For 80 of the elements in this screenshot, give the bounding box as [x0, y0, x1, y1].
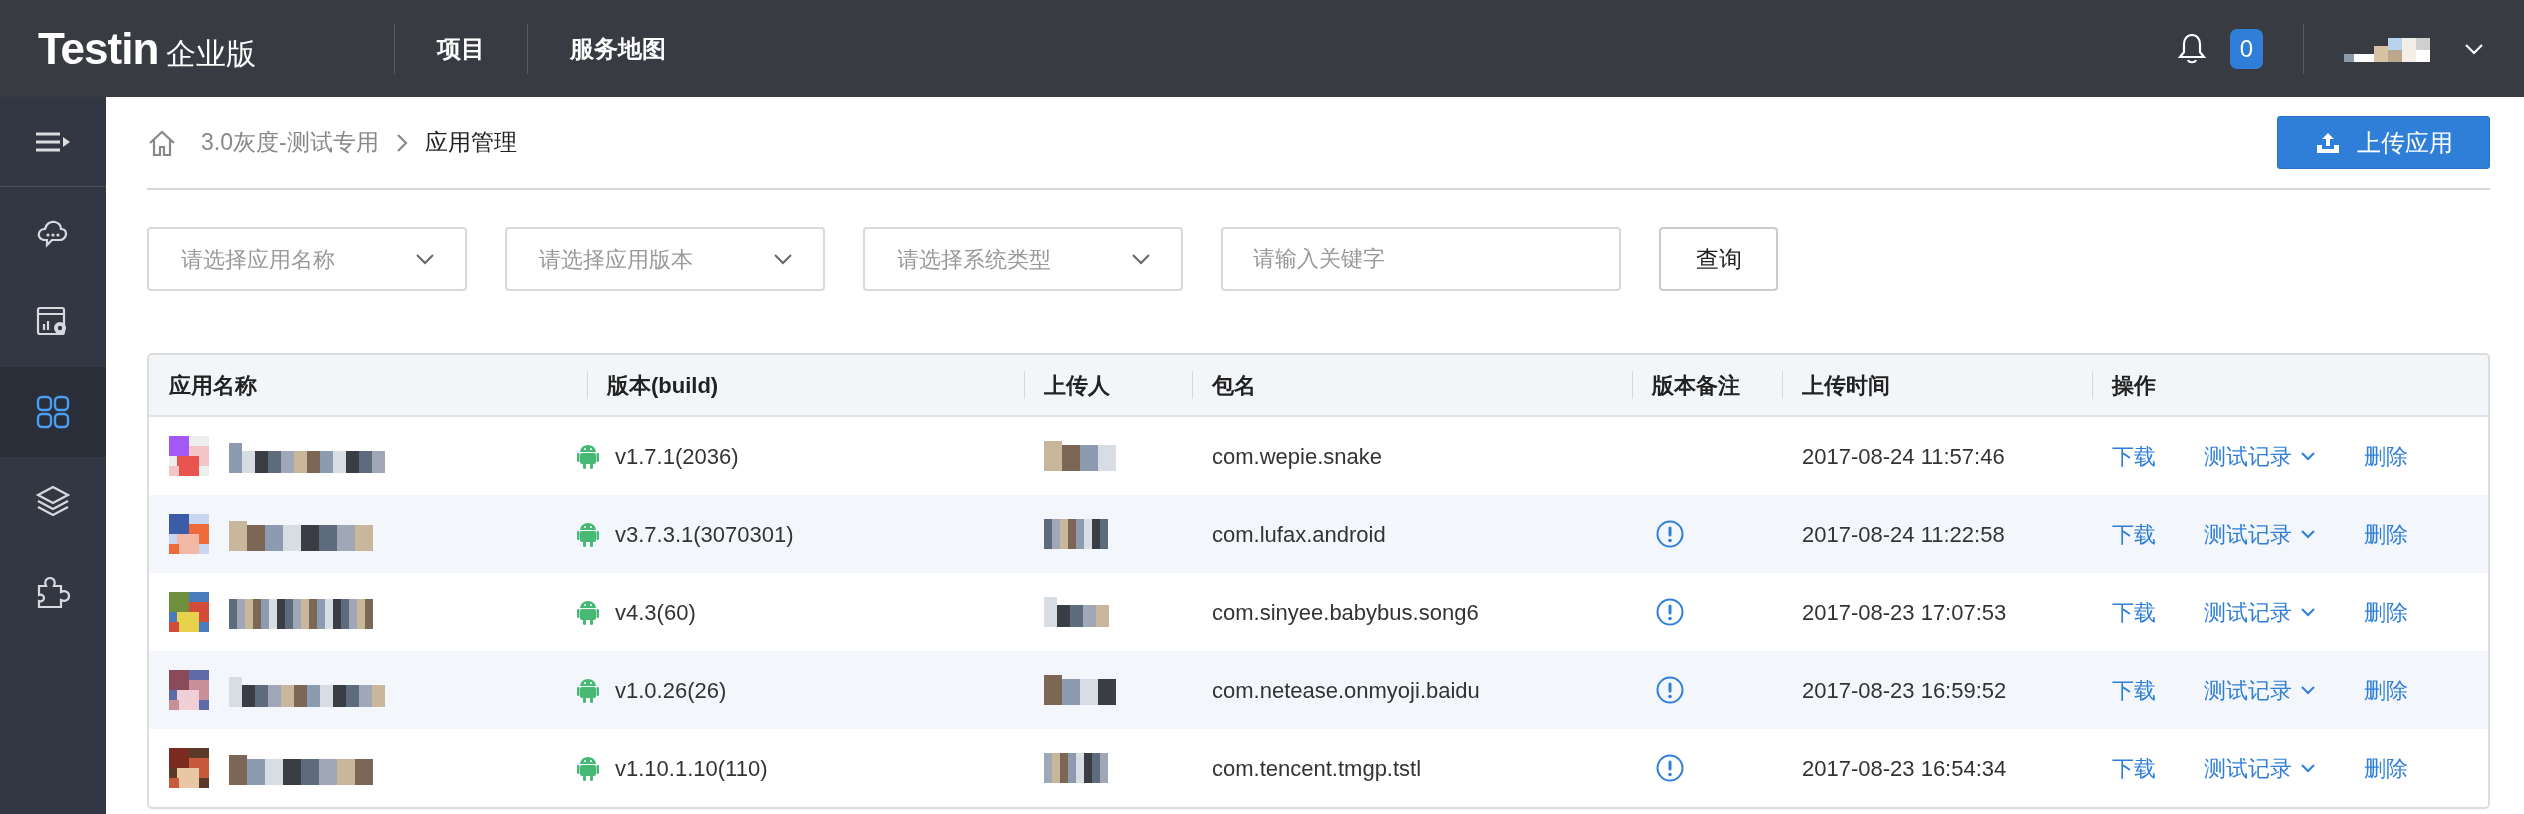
upload-time: 2017-08-24 11:57:46 [1802, 442, 2005, 471]
edition-label: 企业版 [166, 35, 257, 72]
column-header: 上传时间 [1802, 371, 1890, 400]
delete-link[interactable]: 删除 [2364, 673, 2408, 707]
plugin-icon[interactable] [35, 574, 71, 610]
search-field[interactable]: 请输入关键字 [1221, 227, 1621, 291]
download-link[interactable]: 下载 [2112, 439, 2156, 473]
column-header: 上传人 [1044, 371, 1110, 400]
menu-icon[interactable] [35, 130, 71, 153]
chevron-right-icon [394, 131, 409, 154]
chevron-down-icon [2300, 763, 2316, 773]
package-name: com.netease.onmyoji.baidu [1212, 676, 1480, 705]
home-icon[interactable] [147, 128, 177, 157]
download-link[interactable]: 下载 [2112, 595, 2156, 629]
upload-icon [2314, 130, 2341, 155]
apps-icon[interactable] [35, 394, 71, 430]
package-name: com.wepie.snake [1212, 442, 1382, 471]
info-icon[interactable] [1656, 754, 1684, 782]
breadcrumb-link[interactable]: 3.0灰度-测试专用 [201, 125, 379, 160]
logo[interactable]: Testin [38, 15, 159, 82]
test-record-link[interactable]: 测试记录 [2204, 439, 2316, 473]
column-header: 版本备注 [1652, 371, 1740, 400]
download-link[interactable]: 下载 [2112, 751, 2156, 785]
notification-bell-icon[interactable] [2177, 31, 2206, 66]
info-icon[interactable] [1656, 598, 1684, 626]
android-icon [577, 521, 599, 547]
package-name: com.tencent.tmgp.tstl [1212, 754, 1422, 783]
chevron-down-icon [1131, 253, 1151, 265]
version-text: v3.7.3.1(3070301) [615, 520, 794, 549]
column-header: 操作 [2112, 371, 2156, 400]
column-header: 应用名称 [169, 371, 257, 400]
nav-link[interactable]: 项目 [395, 30, 527, 67]
download-link[interactable]: 下载 [2112, 673, 2156, 707]
delete-link[interactable]: 删除 [2364, 595, 2408, 629]
package-name: com.lufax.android [1212, 520, 1386, 549]
package-name: com.sinyee.babybus.song6 [1212, 598, 1479, 627]
delete-link[interactable]: 删除 [2364, 439, 2408, 473]
info-icon[interactable] [1656, 676, 1684, 704]
test-record-link[interactable]: 测试记录 [2204, 751, 2316, 785]
column-header: 包名 [1212, 371, 1256, 400]
nav-link[interactable]: 服务地图 [528, 30, 708, 67]
delete-link[interactable]: 删除 [2364, 517, 2408, 551]
chevron-down-icon [415, 253, 435, 265]
test-record-link[interactable]: 测试记录 [2204, 673, 2316, 707]
upload-button[interactable]: 上传应用 [2277, 116, 2490, 169]
select-field[interactable]: 请选择应用名称 [147, 227, 467, 291]
chevron-down-icon [2300, 685, 2316, 695]
pixelated-name [1044, 519, 1108, 549]
pixelated-name [1044, 753, 1108, 783]
notification-count[interactable]: 0 [2229, 28, 2263, 69]
upload-time: 2017-08-23 16:54:34 [1802, 754, 2007, 783]
test-record-link[interactable]: 测试记录 [2204, 595, 2316, 629]
chevron-down-icon [2300, 529, 2316, 539]
pixelated-name [1044, 597, 1109, 627]
upload-time: 2017-08-24 11:22:58 [1802, 520, 2005, 549]
android-icon [577, 599, 599, 625]
info-icon[interactable] [1656, 520, 1684, 548]
android-icon [577, 443, 599, 469]
chevron-down-icon [2300, 451, 2316, 461]
pixelated-name [1044, 441, 1116, 471]
breadcrumb-current: 应用管理 [424, 128, 517, 158]
test-record-link[interactable]: 测试记录 [2204, 517, 2316, 551]
version-text: v1.0.26(26) [615, 676, 727, 705]
upload-time: 2017-08-23 16:59:52 [1802, 676, 2007, 705]
download-link[interactable]: 下载 [2112, 517, 2156, 551]
android-icon [577, 677, 599, 703]
chevron-down-icon [2300, 607, 2316, 617]
version-text: v1.10.1.10(110) [615, 754, 768, 783]
chevron-down-icon[interactable] [2464, 42, 2484, 55]
pixelated-name [1044, 675, 1116, 705]
select-field[interactable]: 请选择应用版本 [505, 227, 825, 291]
chevron-down-icon [773, 253, 793, 265]
version-text: v1.7.1(2036) [615, 442, 739, 471]
column-header: 版本(build) [607, 371, 719, 400]
version-text: v4.3(60) [615, 598, 696, 627]
upload-time: 2017-08-23 17:07:53 [1802, 598, 2007, 627]
query-button[interactable]: 查询 [1659, 227, 1778, 291]
android-icon [577, 755, 599, 781]
select-field[interactable]: 请选择系统类型 [863, 227, 1183, 291]
delete-link[interactable]: 删除 [2364, 751, 2408, 785]
